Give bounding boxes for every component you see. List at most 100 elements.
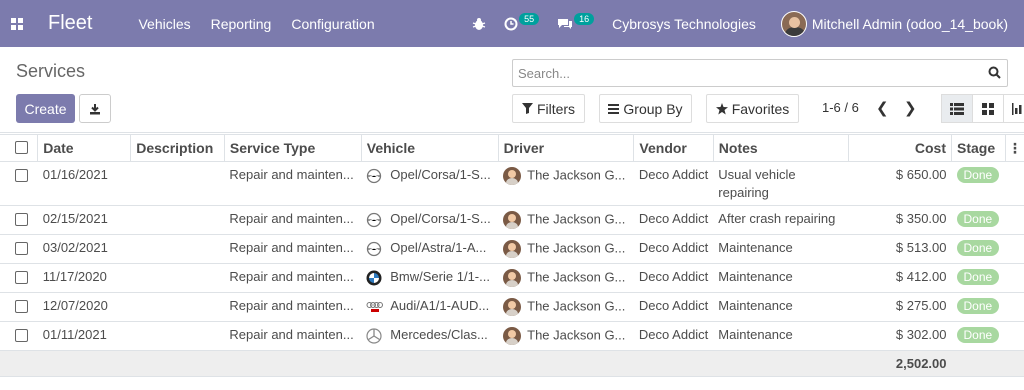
select-all-cell[interactable] [0, 134, 39, 162]
cell-notes[interactable]: Maintenance [713, 292, 849, 322]
pager-next-icon[interactable]: ❯ [904, 99, 917, 117]
cell-vehicle[interactable]: Opel/Corsa/1-S... [361, 205, 499, 235]
table-row[interactable]: 11/17/2020 Repair and mainten... Bmw/Ser… [0, 263, 1024, 293]
company-switcher[interactable]: Cybrosys Technologies [612, 16, 756, 32]
cell-service-type[interactable]: Repair and mainten... [224, 263, 362, 293]
cell-service-type[interactable]: Repair and mainten... [224, 292, 362, 322]
row-checkbox[interactable] [15, 213, 28, 226]
app-brand[interactable]: Fleet [48, 12, 92, 35]
cell-date[interactable]: 03/02/2021 [37, 234, 131, 264]
cell-vehicle[interactable]: Bmw/Serie 1/1-... [361, 263, 499, 293]
table-row[interactable]: 01/11/2021 Repair and mainten... Mercede… [0, 321, 1024, 351]
row-checkbox[interactable] [15, 271, 28, 284]
cell-date[interactable]: 12/07/2020 [37, 292, 131, 322]
cell-vehicle[interactable]: Audi/A1/1-AUD... [361, 292, 499, 322]
messages-chat-icon[interactable]: 16 [557, 12, 595, 31]
cell-cost[interactable]: $ 275.00 [848, 292, 952, 322]
user-menu[interactable]: Mitchell Admin (odoo_14_book) [780, 10, 1008, 37]
cell-vehicle[interactable]: Mercedes/Clas... [361, 321, 499, 351]
cell-vendor[interactable]: Deco Addict [633, 292, 714, 322]
cell-service-type[interactable]: Repair and mainten... [224, 321, 362, 351]
row-select-cell[interactable] [0, 321, 38, 351]
list-view-button[interactable] [941, 94, 973, 123]
cell-description[interactable] [130, 321, 225, 351]
search-icon[interactable] [988, 66, 1001, 79]
header-vendor[interactable]: Vendor [633, 134, 714, 162]
graph-view-button[interactable] [1003, 94, 1024, 123]
row-select-cell[interactable] [0, 161, 38, 206]
cell-notes[interactable]: Maintenance [713, 234, 849, 264]
kebab-menu-icon[interactable]: ⋮ [1008, 140, 1022, 156]
cell-description[interactable] [130, 161, 225, 206]
cell-notes[interactable]: After crash repairing [713, 205, 849, 235]
cell-description[interactable] [130, 205, 225, 235]
row-select-cell[interactable] [0, 234, 38, 264]
table-row[interactable]: 12/07/2020 Repair and mainten... Audi/A1… [0, 292, 1024, 322]
row-checkbox[interactable] [15, 300, 28, 313]
cell-service-type[interactable]: Repair and mainten... [224, 205, 362, 235]
cell-vehicle[interactable]: Opel/Astra/1-A... [361, 234, 499, 264]
activity-clock-icon[interactable]: 55 [504, 12, 540, 31]
debug-bug-icon[interactable] [472, 17, 486, 31]
cell-driver[interactable]: The Jackson G... [498, 292, 634, 322]
cell-stage[interactable]: Done [951, 292, 1006, 322]
cell-stage[interactable]: Done [951, 234, 1006, 264]
cell-driver[interactable]: The Jackson G... [498, 263, 634, 293]
filters-button[interactable]: Filters [512, 94, 585, 123]
create-button[interactable]: Create [16, 94, 75, 123]
table-row[interactable]: 03/02/2021 Repair and mainten... Opel/As… [0, 234, 1024, 264]
cell-stage[interactable]: Done [951, 161, 1006, 206]
header-description[interactable]: Description [130, 134, 225, 162]
cell-vehicle[interactable]: Opel/Corsa/1-S... [361, 161, 499, 206]
cell-description[interactable] [130, 292, 225, 322]
cell-stage[interactable]: Done [951, 321, 1006, 351]
download-button[interactable] [79, 94, 111, 123]
cell-vendor[interactable]: Deco Addict [633, 161, 714, 206]
header-driver[interactable]: Driver [498, 134, 635, 162]
cell-stage[interactable]: Done [951, 263, 1006, 293]
cell-driver[interactable]: The Jackson G... [498, 234, 634, 264]
cell-vendor[interactable]: Deco Addict [633, 263, 714, 293]
header-date[interactable]: Date [37, 134, 132, 162]
cell-cost[interactable]: $ 302.00 [848, 321, 952, 351]
cell-vendor[interactable]: Deco Addict [633, 321, 714, 351]
optional-columns-toggle[interactable]: ⋮ [1005, 134, 1024, 162]
menu-configuration[interactable]: Configuration [291, 16, 374, 32]
cell-service-type[interactable]: Repair and mainten... [224, 161, 362, 206]
cell-cost[interactable]: $ 350.00 [848, 205, 952, 235]
row-checkbox[interactable] [15, 329, 28, 342]
cell-driver[interactable]: The Jackson G... [498, 205, 634, 235]
row-checkbox[interactable] [15, 169, 28, 182]
table-row[interactable]: 02/15/2021 Repair and mainten... Opel/Co… [0, 205, 1024, 235]
cell-driver[interactable]: The Jackson G... [498, 321, 634, 351]
cell-vendor[interactable]: Deco Addict [633, 234, 714, 264]
header-stage[interactable]: Stage [951, 134, 1006, 162]
menu-reporting[interactable]: Reporting [211, 16, 272, 32]
favorites-button[interactable]: Favorites [706, 94, 799, 123]
table-row[interactable]: 01/16/2021 Repair and mainten... Opel/Co… [0, 161, 1024, 206]
cell-notes[interactable]: Usual vehicle repairing [713, 161, 849, 206]
header-vehicle[interactable]: Vehicle [361, 134, 499, 162]
header-notes[interactable]: Notes [713, 134, 850, 162]
select-all-checkbox[interactable] [15, 141, 28, 154]
pager-previous-icon[interactable]: ❮ [876, 99, 889, 117]
pager-value[interactable]: 1-6 / 6 [822, 100, 859, 115]
header-cost[interactable]: Cost [848, 134, 952, 162]
cell-notes[interactable]: Maintenance [713, 263, 849, 293]
search-box[interactable]: Search... [512, 59, 1008, 87]
cell-notes[interactable]: Maintenance [713, 321, 849, 351]
groupby-button[interactable]: Group By [599, 94, 692, 123]
cell-date[interactable]: 11/17/2020 [37, 263, 131, 293]
row-checkbox[interactable] [15, 242, 28, 255]
cell-description[interactable] [130, 263, 225, 293]
apps-menu-icon[interactable] [0, 0, 34, 47]
menu-vehicles[interactable]: Vehicles [138, 16, 190, 32]
cell-stage[interactable]: Done [951, 205, 1006, 235]
search-input[interactable]: Search... [518, 66, 570, 81]
cell-description[interactable] [130, 234, 225, 264]
row-select-cell[interactable] [0, 263, 38, 293]
row-select-cell[interactable] [0, 292, 38, 322]
cell-service-type[interactable]: Repair and mainten... [224, 234, 362, 264]
row-select-cell[interactable] [0, 205, 38, 235]
cell-driver[interactable]: The Jackson G... [498, 161, 634, 206]
